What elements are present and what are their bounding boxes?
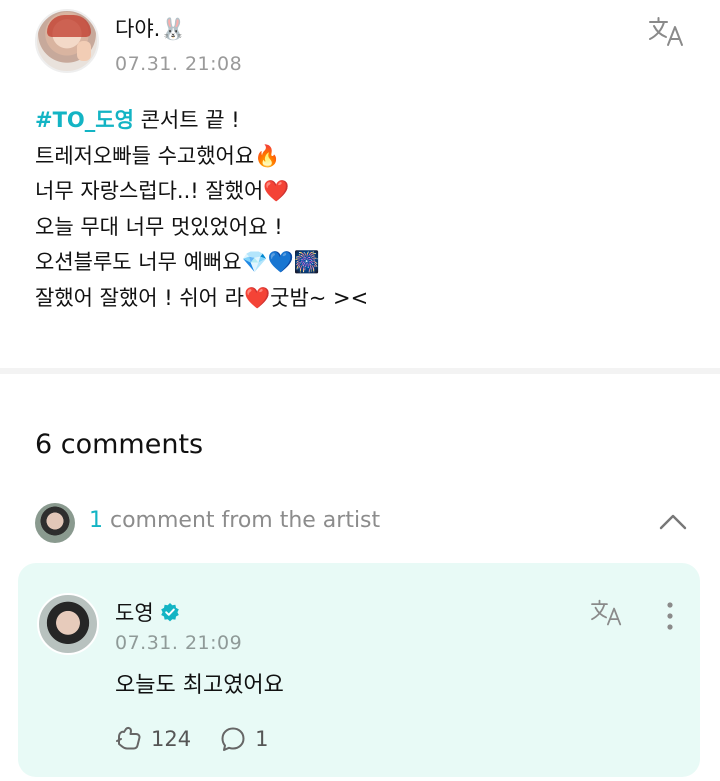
reply-button[interactable]: 1	[219, 725, 268, 753]
more-vertical-icon	[667, 602, 673, 630]
author-avatar[interactable]	[35, 9, 99, 73]
avatar-hair	[47, 15, 91, 37]
translate-icon	[649, 17, 683, 46]
translate-icon	[591, 599, 622, 626]
artist-name-row: 도영	[115, 597, 180, 627]
post-line-1: #TO_도영 콘서트 끝 !	[35, 103, 368, 139]
verified-badge-icon	[160, 603, 179, 622]
artist-comments-toggle[interactable]: 1 comment from the artist	[89, 508, 380, 533]
artist-comment-timestamp: 07.31. 21:09	[115, 632, 243, 654]
artist-avatar[interactable]	[37, 593, 99, 655]
post-line-2: 트레저오빠들 수고했어요🔥	[35, 143, 281, 168]
translate-button[interactable]	[646, 14, 688, 50]
comment-more-button[interactable]	[658, 599, 682, 633]
like-icon	[116, 726, 141, 750]
artist-name[interactable]: 도영	[115, 597, 154, 627]
collapse-button[interactable]	[655, 507, 691, 537]
like-count: 124	[151, 727, 192, 751]
chevron-up-icon	[659, 514, 687, 530]
reply-count: 1	[255, 727, 269, 751]
comments-count: 6 comments	[35, 429, 204, 460]
artist-comment-card: 도영 07.31. 21:09 오늘도 최고였어요 124 1	[18, 563, 700, 777]
post-timestamp: 07.31. 21:08	[115, 53, 243, 75]
post-line-6: 잘했어 잘했어 ! 쉬어 라❤️굿밤~ ><	[35, 285, 369, 310]
artist-comment-count: 1	[89, 508, 103, 533]
post-line-3: 너무 자랑스럽다..! 잘했어❤️	[35, 179, 290, 203]
post-line-4: 오늘 무대 너무 멋있었어요 !	[35, 214, 283, 239]
post-page: 다야.🐰 07.31. 21:08 #TO_도영 콘서트 끝 ! 트레저오빠들 …	[0, 0, 720, 781]
like-button[interactable]: 124	[115, 725, 191, 753]
hashtag-link[interactable]: #TO_도영	[35, 108, 134, 132]
avatar-hand	[77, 41, 91, 61]
comment-translate-button[interactable]	[588, 596, 626, 630]
author-name[interactable]: 다야.🐰	[115, 13, 186, 43]
reply-bubble-icon	[221, 727, 245, 751]
artist-comment-label: comment from the artist	[103, 508, 381, 533]
post-body: #TO_도영 콘서트 끝 ! 트레저오빠들 수고했어요🔥 너무 자랑스럽다..!…	[35, 103, 368, 316]
artist-comment-text: 오늘도 최고였어요	[115, 673, 284, 698]
post-line-5: 오션블루도 너무 예뻐요💎💙🎆	[35, 250, 320, 274]
comment-actions: 124 1	[115, 723, 296, 755]
artist-thumbnail-avatar[interactable]	[35, 503, 75, 543]
post-line-text: 콘서트 끝 !	[133, 108, 240, 132]
section-divider	[0, 368, 720, 374]
